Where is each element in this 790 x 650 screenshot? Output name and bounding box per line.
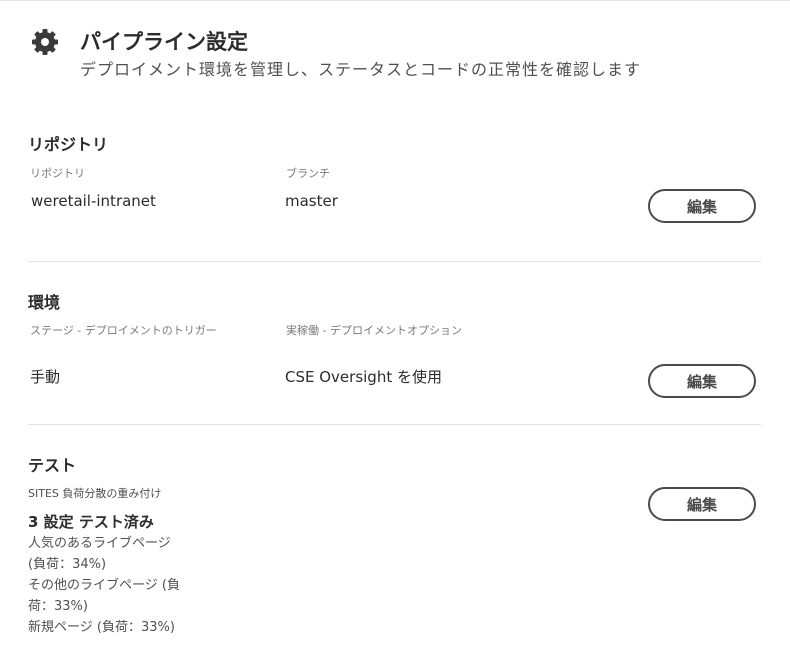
- page-subtitle: デプロイメント環境を管理し、ステータスとコードの正常性を確認します: [80, 60, 642, 79]
- edit-test-button[interactable]: 編集: [648, 487, 756, 521]
- test-line: その他のライブページ (負: [28, 578, 180, 593]
- test-line: 荷：33%): [28, 599, 88, 614]
- section-title-environment: 環境: [28, 293, 61, 312]
- test-line: 新規ページ (負荷：33%): [28, 620, 175, 635]
- branch-value: master: [285, 192, 338, 210]
- production-option-value: CSE Oversight を使用: [285, 368, 442, 386]
- repository-label: リポジトリ: [30, 167, 85, 180]
- test-line: 人気のあるライブページ: [28, 536, 171, 551]
- top-border: [0, 0, 790, 1]
- section-title-repository: リポジトリ: [28, 135, 109, 154]
- section-divider: [28, 424, 761, 425]
- stage-trigger-value: 手動: [30, 368, 61, 386]
- tested-configs-summary: 3 設定 テスト済み: [28, 513, 154, 531]
- page-title: パイプライン設定: [80, 30, 248, 54]
- production-option-label: 実稼働 - デプロイメントオプション: [286, 324, 462, 337]
- load-weight-label: SITES 負荷分散の重み付け: [28, 487, 162, 500]
- section-divider: [28, 261, 761, 262]
- stage-trigger-label: ステージ - デプロイメントのトリガー: [30, 324, 217, 337]
- repository-value: weretail-intranet: [31, 192, 156, 210]
- gear-icon: [32, 29, 58, 55]
- branch-label: ブランチ: [286, 167, 330, 180]
- test-line: (負荷：34%): [28, 557, 107, 572]
- edit-environment-button[interactable]: 編集: [648, 364, 756, 398]
- section-title-test: テスト: [28, 456, 77, 475]
- edit-repository-button[interactable]: 編集: [648, 189, 756, 223]
